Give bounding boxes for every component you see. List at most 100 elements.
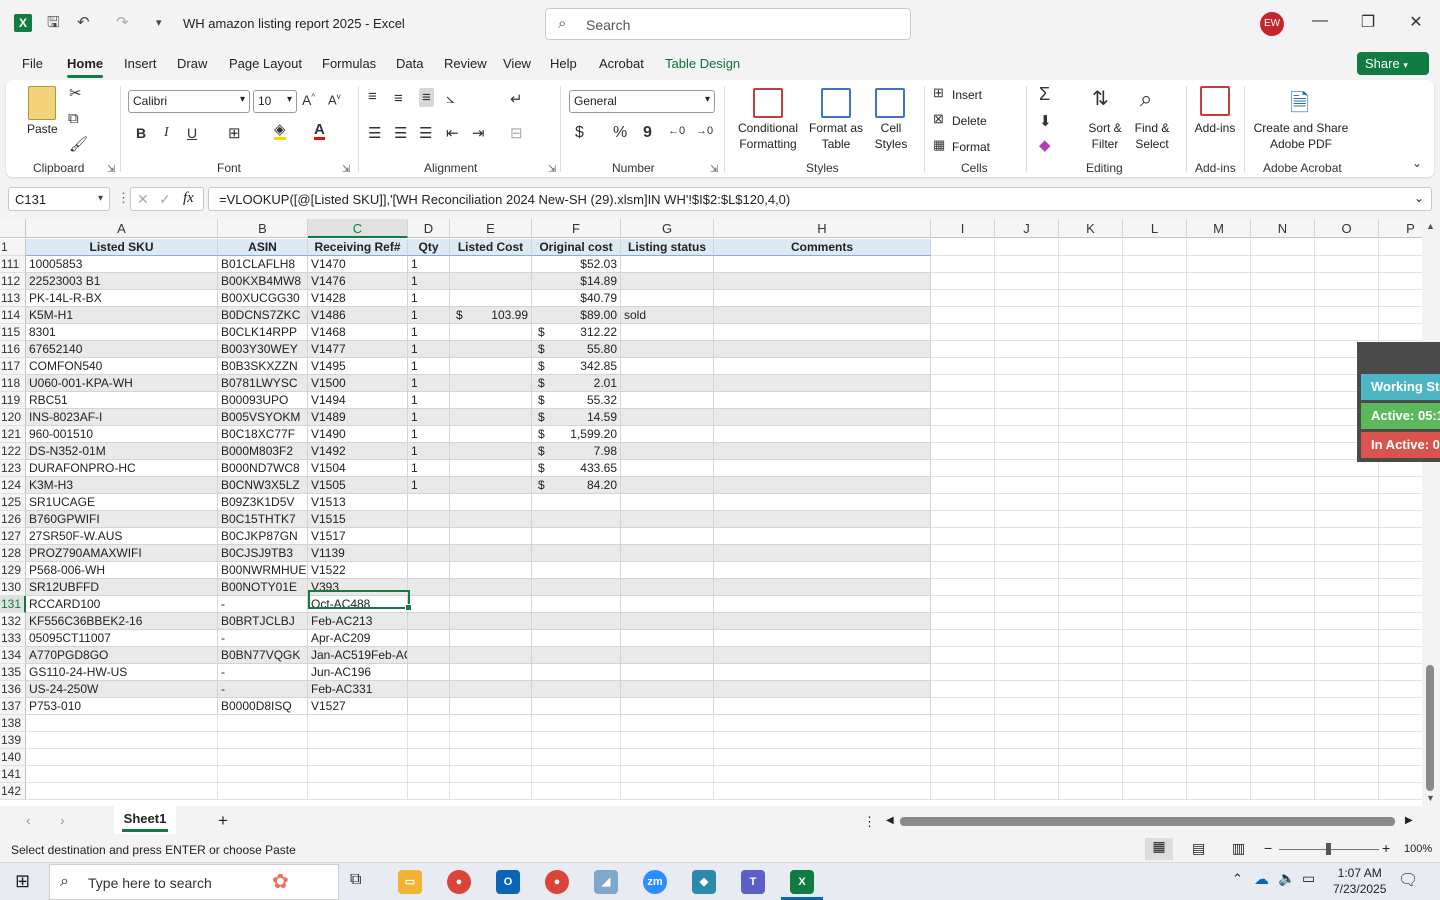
cell-h[interactable] (714, 324, 931, 341)
cell-n[interactable] (1251, 409, 1315, 426)
cell-b[interactable]: - (218, 664, 308, 681)
cell-f[interactable] (532, 630, 621, 647)
table-header-cell[interactable]: Receiving Ref# (308, 239, 408, 256)
conditional-formatting-button[interactable]: Conditional Formatting (730, 120, 806, 152)
cell-a[interactable]: 22523003 B1 (26, 273, 218, 290)
cell-l[interactable] (1123, 375, 1187, 392)
cell-b[interactable]: B005VSYOKM (218, 409, 308, 426)
column-header-c[interactable]: C (308, 219, 408, 238)
cell-p[interactable] (1379, 477, 1422, 494)
cell-c[interactable]: V1492 (308, 443, 408, 460)
cell-j[interactable] (995, 545, 1059, 562)
cell-a[interactable]: US-24-250W (26, 681, 218, 698)
cell-j[interactable] (995, 358, 1059, 375)
cell-d[interactable] (408, 596, 450, 613)
cell-d[interactable]: 1 (408, 341, 450, 358)
cell-p[interactable] (1379, 290, 1422, 307)
chrome-profile-icon[interactable]: ● (545, 870, 569, 894)
cell-o[interactable] (1315, 239, 1379, 256)
cell-c[interactable]: Feb-AC331 (308, 681, 408, 698)
table-header-cell[interactable]: Listing status (621, 239, 714, 256)
cell-g[interactable] (621, 460, 714, 477)
wrap-text-icon[interactable]: ↵ (510, 90, 523, 108)
cell-l[interactable] (1123, 630, 1187, 647)
cell-m[interactable] (1187, 647, 1251, 664)
cell-e[interactable] (450, 511, 532, 528)
cell-i[interactable] (931, 511, 995, 528)
cell-e[interactable] (450, 596, 532, 613)
cell-e[interactable] (450, 766, 532, 783)
cell-g[interactable] (621, 596, 714, 613)
horizontal-scroll-thumb[interactable] (900, 817, 1395, 826)
cell-j[interactable] (995, 783, 1059, 800)
orientation-icon[interactable]: ⦣ (446, 90, 455, 107)
cell-l[interactable] (1123, 749, 1187, 766)
cell-e[interactable] (450, 698, 532, 715)
cell-j[interactable] (995, 766, 1059, 783)
cell-h[interactable] (714, 528, 931, 545)
cell-k[interactable] (1059, 460, 1123, 477)
cell-p[interactable] (1379, 239, 1422, 256)
cell-m[interactable] (1187, 256, 1251, 273)
cell-n[interactable] (1251, 392, 1315, 409)
dialog-launcher-icon[interactable]: ⇲ (107, 164, 115, 175)
cell-h[interactable] (714, 426, 931, 443)
cell-l[interactable] (1123, 409, 1187, 426)
cell-o[interactable] (1315, 766, 1379, 783)
cell-n[interactable] (1251, 562, 1315, 579)
font-color-icon[interactable]: A (314, 122, 325, 140)
cell-j[interactable] (995, 715, 1059, 732)
cell-b[interactable] (218, 715, 308, 732)
cell-l[interactable] (1123, 732, 1187, 749)
row-header[interactable]: 113 (0, 290, 26, 307)
cell-c[interactable]: V1494 (308, 392, 408, 409)
cell-l[interactable] (1123, 324, 1187, 341)
dialog-launcher-icon[interactable]: ⇲ (710, 164, 718, 175)
row-header[interactable]: 131 (0, 596, 26, 613)
worksheet-grid[interactable]: ABCDEFGHIJKLMNOP 1 Listed SKU ASIN Receivin… (0, 219, 1422, 806)
find-select-button[interactable]: Find & Select (1130, 120, 1174, 152)
cell-i[interactable] (931, 307, 995, 324)
cell-e[interactable] (450, 443, 532, 460)
cell-g[interactable] (621, 545, 714, 562)
cell-k[interactable] (1059, 528, 1123, 545)
cell-e[interactable] (450, 664, 532, 681)
row-header[interactable]: 124 (0, 477, 26, 494)
cell-f[interactable]: $1,599.20 (532, 426, 621, 443)
cell-j[interactable] (995, 579, 1059, 596)
cell-o[interactable] (1315, 562, 1379, 579)
cell-a[interactable] (26, 766, 218, 783)
cell-b[interactable]: - (218, 681, 308, 698)
column-header-n[interactable]: N (1251, 219, 1315, 238)
cell-g[interactable] (621, 290, 714, 307)
cell-m[interactable] (1187, 460, 1251, 477)
percent-style-button[interactable]: % (613, 124, 627, 142)
cell-a[interactable]: 8301 (26, 324, 218, 341)
minimize-button[interactable]: — (1308, 12, 1332, 30)
cell-d[interactable] (408, 511, 450, 528)
cell-c[interactable]: V1476 (308, 273, 408, 290)
cell-p[interactable] (1379, 460, 1422, 477)
cell-j[interactable] (995, 749, 1059, 766)
show-hidden-icons-icon[interactable]: ⌃ (1232, 871, 1243, 887)
cell-a[interactable]: 27SR50F-W.AUS (26, 528, 218, 545)
clear-icon[interactable]: ◆ (1039, 136, 1051, 154)
cell-f[interactable] (532, 749, 621, 766)
cell-i[interactable] (931, 749, 995, 766)
cell-m[interactable] (1187, 443, 1251, 460)
cell-j[interactable] (995, 562, 1059, 579)
cell-j[interactable] (995, 511, 1059, 528)
cell-j[interactable] (995, 409, 1059, 426)
cell-o[interactable] (1315, 681, 1379, 698)
tab-page-layout[interactable]: Page Layout (229, 56, 302, 71)
cell-i[interactable] (931, 409, 995, 426)
cell-k[interactable] (1059, 647, 1123, 664)
cell-k[interactable] (1059, 630, 1123, 647)
cell-h[interactable] (714, 375, 931, 392)
cell-a[interactable]: RCCARD100 (26, 596, 218, 613)
cell-k[interactable] (1059, 494, 1123, 511)
add-ins-button[interactable]: Add-ins (1192, 120, 1238, 136)
cell-i[interactable] (931, 783, 995, 800)
cell-k[interactable] (1059, 545, 1123, 562)
dialog-launcher-icon[interactable]: ⇲ (548, 164, 556, 175)
